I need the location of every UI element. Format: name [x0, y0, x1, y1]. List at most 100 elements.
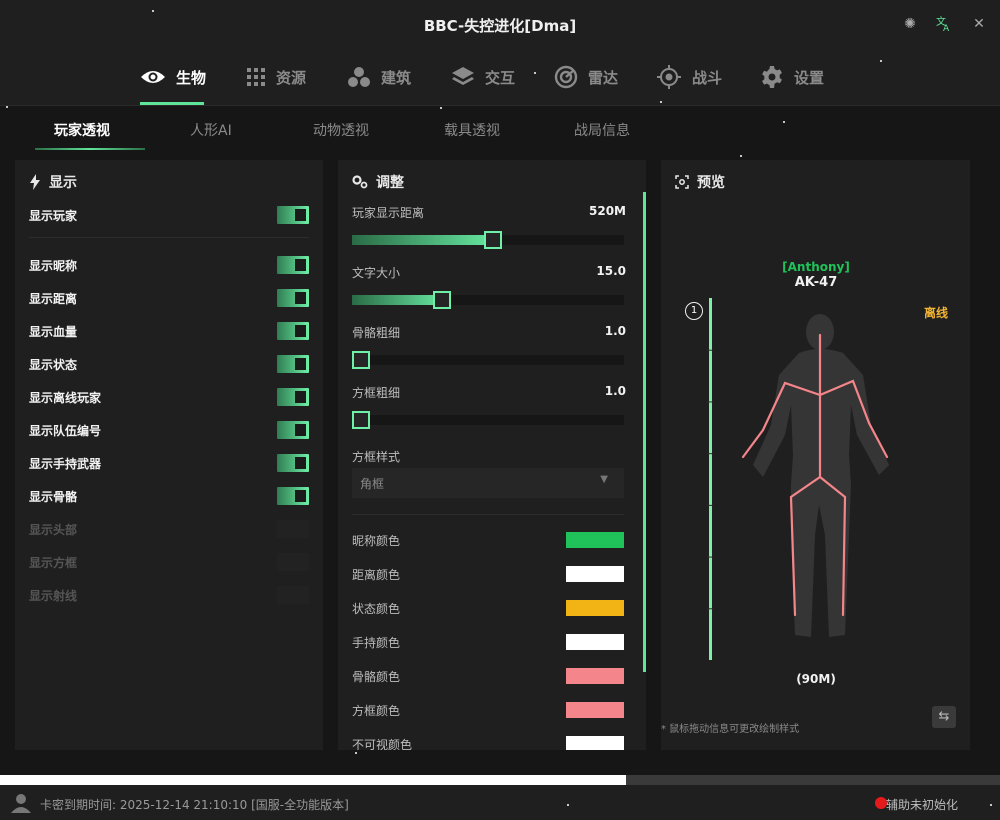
toggle-switch[interactable]: [277, 289, 309, 307]
toggle-label: 显示方框: [29, 556, 78, 570]
grid-icon: [247, 68, 265, 86]
nav-label: 雷达: [588, 68, 619, 87]
health-bar[interactable]: [707, 298, 713, 660]
toggle-switch[interactable]: [277, 206, 309, 224]
crosshair-icon: [657, 65, 681, 89]
nav-item-radar[interactable]: 雷达: [554, 62, 618, 92]
color-swatch[interactable]: [566, 566, 624, 582]
nav-item-resources[interactable]: 资源: [246, 62, 306, 92]
toggle-row: 显示手持武器: [29, 452, 309, 474]
color-label: 不可视颜色: [352, 738, 413, 750]
toggle-switch[interactable]: [277, 421, 309, 439]
toggle-switch[interactable]: [277, 553, 309, 571]
nav-label: 交互: [485, 68, 516, 87]
toggle-switch[interactable]: [277, 586, 309, 604]
health-bar-tick: [707, 556, 713, 558]
panel-title: 显示: [29, 172, 77, 192]
radar-icon: [554, 65, 578, 89]
color-swatch[interactable]: [566, 600, 624, 616]
toggle-label: 显示头部: [29, 523, 78, 537]
color-swatch[interactable]: [566, 532, 624, 548]
tab-vehicle-esp[interactable]: 载具透视: [444, 120, 500, 140]
nav-item-settings[interactable]: 设置: [760, 62, 824, 92]
toggle-switch[interactable]: [277, 256, 309, 274]
user-icon: [11, 794, 31, 813]
toggle-switch[interactable]: [277, 487, 309, 505]
health-bar-fill: [709, 298, 712, 660]
sparkle: [567, 804, 569, 806]
nav-item-creature[interactable]: 生物: [140, 62, 206, 92]
preview-player-name[interactable]: [Anthony]: [661, 260, 971, 274]
slider-track[interactable]: [352, 351, 624, 369]
close-icon[interactable]: ✕: [969, 14, 989, 34]
health-bar-tick: [707, 349, 713, 351]
toggle-row: 显示状态: [29, 353, 309, 375]
tab-player-esp[interactable]: 玩家透视: [54, 120, 110, 140]
slider-track[interactable]: [352, 291, 624, 309]
toggle-label: 显示玩家: [29, 209, 78, 223]
health-bar-tick: [707, 608, 713, 610]
title-bar: BBC-失控进化[Dma] ✺ 文A ✕: [0, 0, 1000, 50]
progress-bar: [0, 775, 1000, 785]
nav-item-buildings[interactable]: 建筑: [347, 62, 411, 92]
license-expiry-text: 卡密到期时间: 2025-12-14 21:10:10 [国服-全功能版本]: [40, 798, 349, 812]
spheres-icon: [348, 67, 370, 87]
toggle-switch[interactable]: [277, 388, 309, 406]
tab-humanoid-ai[interactable]: 人形AI: [190, 120, 232, 140]
nav-label: 资源: [276, 68, 307, 87]
color-label: 状态颜色: [352, 602, 401, 616]
tab-match-info[interactable]: 战局信息: [574, 120, 630, 140]
slider-thumb[interactable]: [433, 291, 452, 309]
preview-distance[interactable]: (90M): [661, 672, 971, 686]
color-swatch[interactable]: [566, 668, 624, 684]
preview-weapon[interactable]: AK-47: [661, 275, 971, 290]
toggle-label: 显示手持武器: [29, 457, 102, 471]
box-style-select[interactable]: 角框 ▼: [352, 468, 624, 498]
sparkle: [534, 72, 536, 74]
health-bar-tick: [707, 504, 713, 506]
sparkle: [740, 155, 742, 157]
box-style-value: 角框: [360, 477, 385, 491]
color-label: 距离颜色: [352, 568, 401, 582]
slider-value: 1.0: [604, 384, 626, 398]
divider: [29, 237, 309, 238]
toggle-switch[interactable]: [277, 355, 309, 373]
slider-thumb[interactable]: [484, 231, 503, 249]
progress-fill: [0, 775, 626, 785]
preview-hint: * 鼠标拖动信息可更改绘制样式: [661, 724, 800, 735]
toggle-row: 显示方框: [29, 551, 309, 573]
translate-icon[interactable]: 文A: [934, 14, 954, 34]
slider-thumb[interactable]: [352, 411, 370, 429]
toggle-switch[interactable]: [277, 322, 309, 340]
slider-track[interactable]: [352, 411, 624, 429]
swap-style-button[interactable]: ⇆: [932, 706, 956, 728]
preview-status[interactable]: 离线: [924, 304, 948, 321]
status-bar: 卡密到期时间: 2025-12-14 21:10:10 [国服-全功能版本] 辅…: [0, 785, 1000, 820]
team-number-badge[interactable]: 1: [685, 302, 703, 320]
sparkle: [152, 10, 154, 12]
scrollbar[interactable]: [643, 192, 646, 672]
toggle-label: 显示队伍编号: [29, 424, 102, 438]
slider-label: 玩家显示距离: [352, 206, 425, 220]
toggle-switch[interactable]: [277, 454, 309, 472]
nav-item-combat[interactable]: 战斗: [656, 62, 722, 92]
toggle-label: 显示骨骼: [29, 490, 78, 504]
slider-value: 520M: [589, 204, 626, 218]
color-label: 手持颜色: [352, 636, 401, 650]
nav-label: 设置: [794, 68, 825, 87]
color-swatch[interactable]: [566, 702, 624, 718]
nav-label: 生物: [176, 68, 207, 87]
slider-track[interactable]: [352, 231, 624, 249]
box-style-label: 方框样式: [352, 450, 401, 464]
color-swatch[interactable]: [566, 634, 624, 650]
toggle-row: 显示距离: [29, 287, 309, 309]
sparkle: [440, 107, 442, 109]
nav-item-interact[interactable]: 交互: [451, 62, 515, 92]
tab-animal-esp[interactable]: 动物透视: [313, 120, 369, 140]
toggle-switch[interactable]: [277, 520, 309, 538]
color-swatch[interactable]: [566, 736, 624, 750]
slider-fill: [352, 235, 494, 245]
adjust-panel: 调整 方框样式 角框 ▼ 玩家显示距离 520M 文字大小 15.0 骨骼粗细 1.0 方框…: [338, 160, 646, 750]
theme-toggle-icon[interactable]: ✺: [900, 14, 920, 34]
slider-thumb[interactable]: [352, 351, 370, 369]
